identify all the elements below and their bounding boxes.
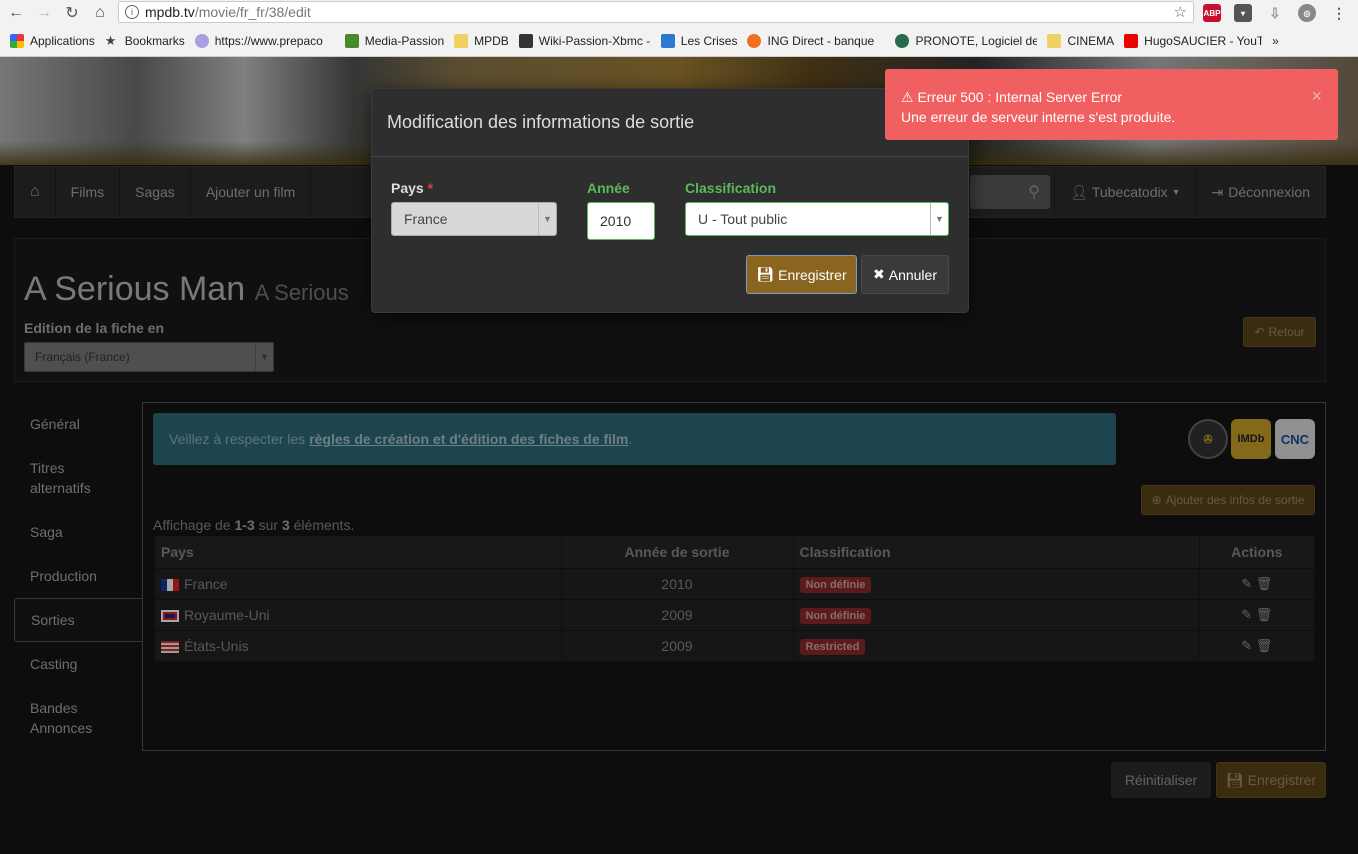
adblock-icon[interactable]: ABP — [1203, 4, 1221, 22]
forward-icon[interactable]: → — [32, 1, 56, 25]
modal-title: Modification des informations de sortie — [372, 89, 968, 157]
bookmarks-bar: Applications ★ Bookmarks https://www.prep… — [0, 29, 1358, 53]
classification-value: U - Tout public — [698, 211, 788, 227]
classification-select[interactable]: U - Tout public ▼ — [685, 202, 949, 236]
bookmark-label: ING Direct - banque — [767, 34, 875, 48]
bookmark-item[interactable]: Applications — [10, 34, 95, 48]
bookmark-label: Bookmarks — [124, 34, 185, 48]
toast-title-text: Erreur 500 : Internal Server Error — [917, 89, 1123, 105]
country-label: Pays * — [391, 180, 433, 196]
country-value: France — [404, 211, 448, 227]
bookmark-label: Wiki-Passion-Xbmc - — [538, 34, 651, 48]
bookmark-label: HugoSAUCIER - YouT — [1144, 34, 1263, 48]
address-bar[interactable]: i mpdb.tv/movie/fr_fr/38/edit ☆ — [118, 1, 1194, 23]
star-icon: ★ — [104, 34, 117, 48]
modal-save-label: Enregistrer — [778, 266, 847, 283]
site-icon — [747, 34, 762, 48]
modal-cancel-label: Annuler — [888, 266, 937, 283]
bookmark-label: Media-Passion — [364, 34, 445, 48]
download-icon[interactable]: ⇩ — [1266, 4, 1284, 22]
site-icon — [344, 34, 359, 48]
floppy-icon: 💾︎ — [756, 266, 775, 282]
site-icon — [660, 34, 675, 48]
country-label-text: Pays — [391, 180, 424, 196]
bookmark-label: Applications — [30, 34, 95, 48]
bookmark-label: MPDB — [474, 34, 509, 48]
bookmark-label: https://www.prepaco — [214, 34, 323, 48]
modal-cancel-button[interactable]: ✖ Annuler — [861, 255, 949, 294]
error-toast: ⚠ Erreur 500 : Internal Server Error Une… — [885, 69, 1338, 140]
extension-icon[interactable]: ◎ — [1298, 4, 1316, 22]
bookmark-item[interactable]: HugoSAUCIER - YouT — [1124, 34, 1262, 48]
bookmark-item[interactable]: ★ Bookmarks — [105, 34, 185, 48]
modal-save-button[interactable]: 💾︎ Enregistrer — [746, 255, 857, 294]
url-host: mpdb.tv — [145, 4, 195, 20]
home-browser-icon[interactable]: ⌂ — [88, 1, 112, 25]
bookmark-item[interactable]: CINEMA — [1047, 34, 1114, 48]
bookmark-item[interactable]: https://www.prepaco — [194, 34, 335, 48]
reload-icon[interactable]: ↻ — [60, 1, 84, 25]
close-icon[interactable]: × — [1311, 86, 1322, 106]
year-input[interactable]: 2010 — [587, 202, 655, 240]
url-path: /movie/fr_fr/38/edit — [194, 4, 311, 20]
bookmark-star-icon[interactable]: ☆ — [1174, 3, 1187, 21]
bookmark-item[interactable]: ING Direct - banque — [747, 34, 885, 48]
caret-down-icon: ▼ — [930, 203, 948, 235]
bookmark-label: PRONOTE, Logiciel de — [915, 34, 1038, 48]
warning-icon: ⚠ — [901, 89, 914, 105]
caret-down-icon: ▼ — [538, 203, 556, 235]
info-icon[interactable]: i — [125, 5, 139, 19]
site-icon — [518, 34, 533, 48]
folder-icon — [454, 34, 469, 48]
bookmark-item[interactable]: Les Crises — [660, 34, 738, 48]
globe-icon — [194, 34, 209, 48]
bookmarks-more[interactable]: » — [1272, 34, 1279, 48]
bookmark-item[interactable]: PRONOTE, Logiciel de — [895, 34, 1037, 48]
required-mark: * — [427, 180, 434, 196]
toast-title: ⚠ Erreur 500 : Internal Server Error — [901, 87, 1322, 107]
bookmark-label: Les Crises — [680, 34, 738, 48]
year-label: Année — [587, 180, 630, 196]
bookmark-item[interactable]: Media-Passion — [344, 34, 445, 48]
country-select[interactable]: France ▼ — [391, 202, 557, 236]
classification-label: Classification — [685, 180, 777, 196]
browser-chrome: ← → ↻ ⌂ i mpdb.tv/movie/fr_fr/38/edit ☆ … — [0, 0, 1358, 57]
menu-icon[interactable]: ⋮ — [1330, 4, 1348, 22]
folder-icon — [1047, 34, 1062, 48]
bookmark-item[interactable]: MPDB — [454, 34, 509, 48]
pocket-icon[interactable]: ▾ — [1234, 4, 1252, 22]
youtube-icon — [1124, 34, 1139, 48]
apps-icon — [10, 34, 24, 48]
site-icon — [895, 34, 910, 48]
back-icon[interactable]: ← — [4, 1, 28, 25]
toast-message: Une erreur de serveur interne s'est prod… — [901, 109, 1176, 125]
bookmark-label: CINEMA — [1067, 34, 1115, 48]
close-icon: ✖ — [873, 266, 885, 282]
bookmark-item[interactable]: Wiki-Passion-Xbmc - — [518, 34, 651, 48]
release-modal: Modification des informations de sortie … — [371, 88, 969, 313]
